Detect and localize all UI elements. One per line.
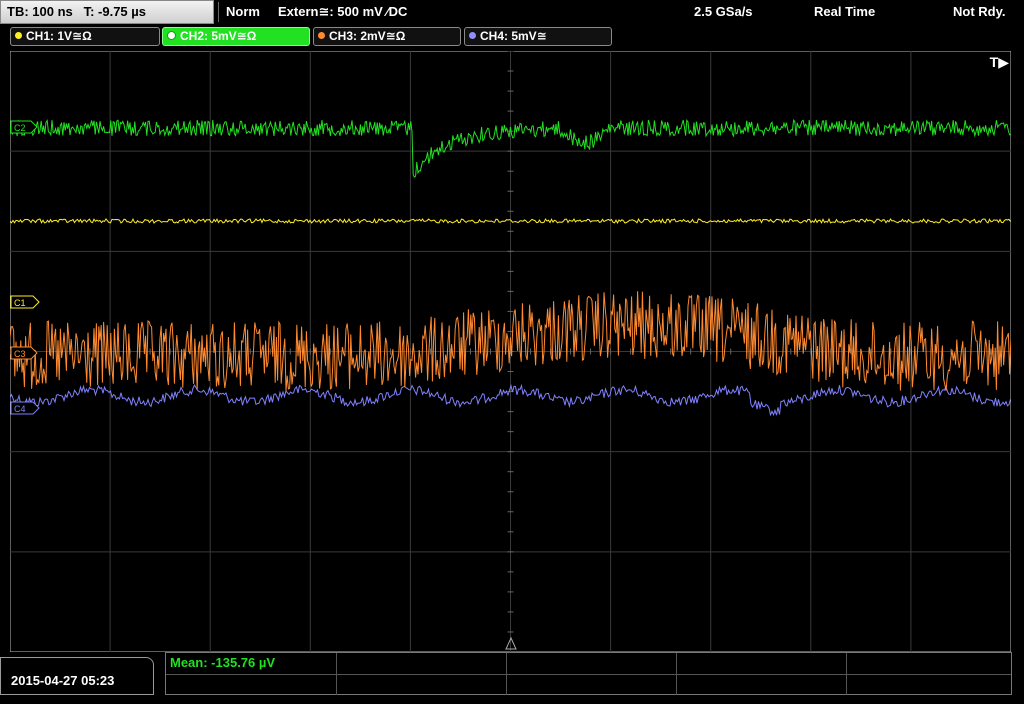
channel-tab-ch4[interactable]: CH4: 5mV≅	[464, 27, 612, 46]
channel-tabs: CH1: 1V≅Ω CH2: 5mV≅Ω CH3: 2mV≅Ω CH4: 5mV…	[0, 27, 1024, 48]
ch1-label: CH1: 1V≅Ω	[26, 29, 92, 43]
trigger-source[interactable]: Extern≅: 500 mV ⁄DC	[278, 0, 407, 24]
measurement-cell[interactable]: Mean: -135.76 µV	[166, 653, 337, 674]
ch2-dot-icon	[167, 31, 176, 41]
sample-rate[interactable]: 2.5 GSa/s	[694, 0, 753, 24]
ch1-marker[interactable]: C1	[10, 295, 40, 309]
channel-tab-ch1[interactable]: CH1: 1V≅Ω	[10, 27, 160, 46]
ch3-dot-icon	[318, 32, 325, 40]
date-time: 2015-04-27 05:23	[0, 657, 154, 695]
ch4-dot-icon	[469, 32, 476, 40]
ch1-marker-label: C1	[14, 298, 26, 308]
measurement-cell[interactable]	[336, 674, 507, 695]
acquisition-mode[interactable]: Real Time	[814, 0, 875, 24]
measurement-cell[interactable]	[676, 653, 847, 674]
channel-tab-ch3[interactable]: CH3: 2mV≅Ω	[313, 27, 461, 46]
ch3-marker-label: C3	[14, 349, 26, 359]
status-separator	[218, 2, 219, 22]
ch1-dot-icon	[15, 32, 22, 40]
measurement-cell[interactable]	[506, 674, 677, 695]
status-bar: TB: 100 ns T: -9.75 µs Norm Extern≅: 500…	[0, 0, 1024, 26]
measurement-cell[interactable]	[506, 653, 677, 674]
timebase-box[interactable]: TB: 100 ns T: -9.75 µs	[0, 0, 214, 24]
timebase-label: TB: 100 ns	[7, 4, 73, 19]
ch2-marker-label: C2	[14, 123, 26, 133]
ch2-label: CH2: 5mV≅Ω	[180, 29, 257, 43]
ch3-label: CH3: 2mV≅Ω	[329, 29, 406, 43]
trigger-state: Not Rdy.	[953, 4, 1006, 19]
trigger-time-label: T: -9.75 µs	[83, 4, 146, 19]
waveform-display[interactable]: C2 C1 C3 C4	[10, 51, 1011, 652]
trigger-marker-icon[interactable]: T▶	[990, 54, 1009, 71]
bottom-bar: 2015-04-27 05:23 Mean: -135.76 µV	[0, 652, 1024, 695]
ch4-marker-label: C4	[14, 404, 26, 414]
trigger-mode[interactable]: Norm	[226, 0, 260, 24]
ch3-marker[interactable]: C3	[10, 346, 38, 360]
waveform-canvas[interactable]: C2 C1 C3 C4	[10, 51, 1011, 652]
ch4-marker[interactable]: C4	[10, 401, 40, 415]
measurement-panel[interactable]: Mean: -135.76 µV	[165, 652, 1012, 695]
measurement-cell[interactable]	[336, 653, 507, 674]
ch4-label: CH4: 5mV≅	[480, 29, 547, 43]
channel-tab-ch2[interactable]: CH2: 5mV≅Ω	[162, 27, 310, 46]
measurement-cell[interactable]	[166, 674, 337, 695]
mean-measurement: Mean: -135.76 µV	[170, 655, 276, 670]
ch2-marker[interactable]: C2	[10, 120, 38, 134]
measurement-cell[interactable]	[676, 674, 847, 695]
